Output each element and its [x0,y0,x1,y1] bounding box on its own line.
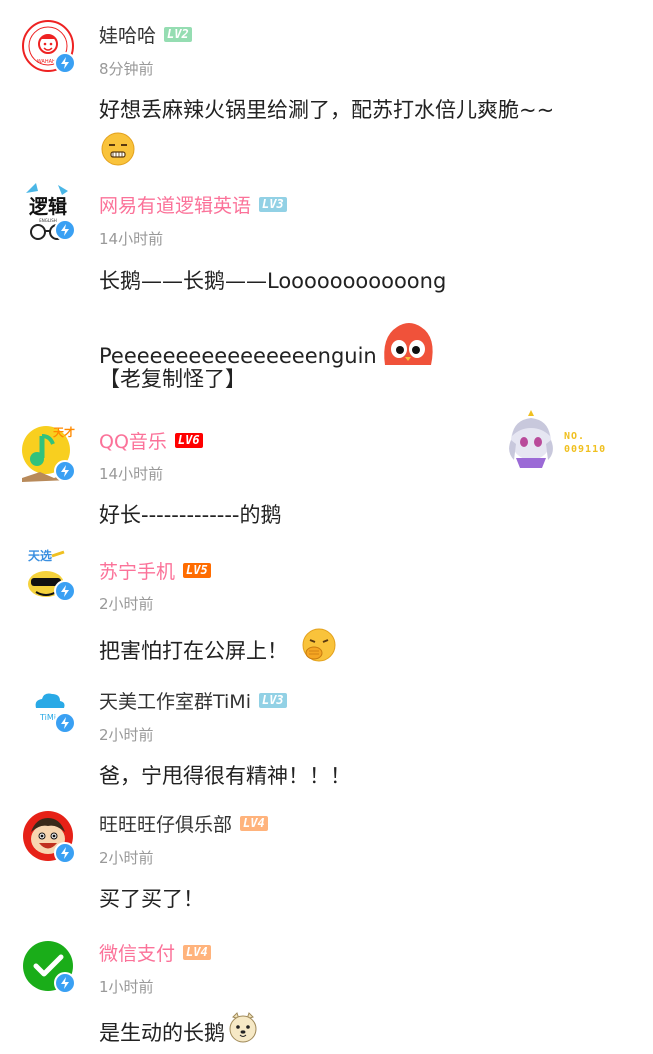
comment-text: 长鹅——长鹅——Looooooooooong [99,269,447,293]
timestamp: 8分钟前 [99,60,154,78]
username-text: QQ音乐 [99,431,167,453]
username[interactable]: 旺旺旺仔俱乐部 LV4 [99,813,268,837]
dog-face-emoji [227,1011,259,1051]
verified-icon [54,712,76,734]
level-badge: LV6 [174,433,203,448]
username[interactable]: 网易有道逻辑英语 LV3 [99,194,287,218]
verified-icon [54,460,76,482]
avatar-wahaha[interactable]: WAHAHA [22,20,76,74]
username-text: 苏宁手机 [99,561,176,583]
avatar-qq-music[interactable]: 天才 [22,425,76,482]
username[interactable]: 苏宁手机 LV5 [99,560,211,584]
verified-icon [54,52,76,74]
username-text: 微信支付 [99,943,176,965]
level-badge: LV3 [259,197,287,212]
level-badge: LV2 [164,27,192,42]
fan-number-value: 009110 [564,444,607,455]
comment-text: 好长-------------的鹅 [99,503,282,527]
smug-face-emoji [101,132,135,170]
level-badge: LV5 [183,563,211,578]
timestamp: 14小时前 [99,465,164,483]
verified-icon [54,580,76,602]
fan-medal[interactable]: NO. 009110 [502,410,622,468]
comment-text: 好想丢麻辣火锅里给涮了，配苏打水倍儿爽脆~~ [99,98,555,122]
avatar-wangwang[interactable] [22,810,76,864]
comment-text: 是生动的长鹅 [99,1011,259,1054]
verified-icon [54,219,76,241]
verified-icon [54,842,76,864]
comment-text: 把害怕打在公屏上！ [99,628,336,673]
timestamp: 1小时前 [99,978,154,996]
username-text: 天美工作室群TiMi [99,691,251,713]
red-blob-emoji [379,319,437,379]
comment-text-segment: 是生动的长鹅 [99,1021,225,1045]
username-text: 网易有道逻辑英语 [99,195,252,217]
username[interactable]: QQ音乐 LV6 [99,430,203,454]
username[interactable]: 娃哈哈 LV2 [99,24,192,48]
timestamp: 2小时前 [99,726,154,744]
avatar-logo-text: 天选 [28,548,52,563]
level-badge: LV4 [183,945,211,960]
comment-text: 爸，宁甩得很有精神！！！ [99,764,351,788]
avatar-wechat-pay[interactable] [22,940,76,994]
fan-number-label: NO. [564,431,586,442]
timestamp: 2小时前 [99,849,154,867]
comment-text: 买了买了！ [99,887,204,911]
comment-text-line-3: 【老复制怪了】 [99,367,246,391]
username-text: 娃哈哈 [99,25,157,47]
covering-mouth-emoji [302,628,336,670]
username[interactable]: 微信支付 LV4 [99,942,211,966]
fan-number: NO. 009110 [564,430,606,456]
level-badge: LV3 [258,693,287,708]
avatar-logo-text: 逻辑 [29,195,67,218]
fan-medal-character-icon [509,410,553,468]
username-text: 旺旺旺仔俱乐部 [99,814,233,836]
avatar-logo-subtext: ENGLISH [39,218,57,223]
timestamp: 2小时前 [99,595,154,613]
comment-text-segment: 把害怕打在公屏上！ [99,639,288,663]
avatar-youdao[interactable]: 逻辑 ENGLISH [22,183,76,241]
verified-icon [54,972,76,994]
level-badge: LV4 [240,816,268,831]
avatar-logo-text: 天才 [53,425,75,439]
avatar-timi[interactable]: TiMi [22,680,76,734]
username[interactable]: 天美工作室群TiMi LV3 [99,690,287,714]
timestamp: 14小时前 [99,230,164,248]
avatar-suning[interactable]: 天选 [22,548,76,602]
